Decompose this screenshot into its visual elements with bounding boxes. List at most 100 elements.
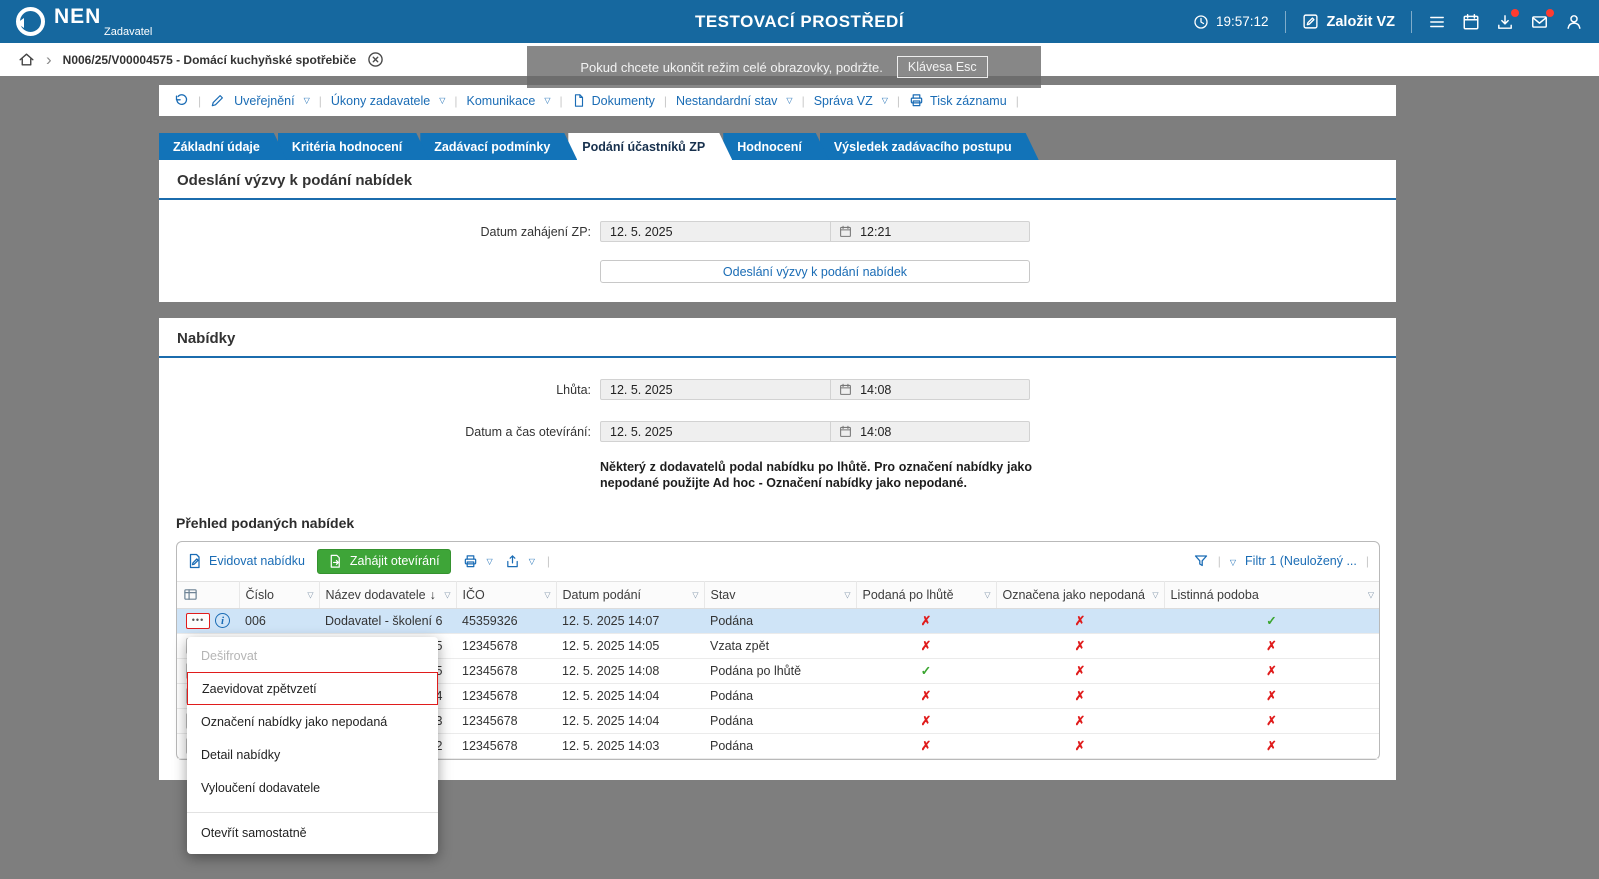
cross-icon: ✗: [920, 614, 932, 628]
user-profile-button[interactable]: [1565, 13, 1583, 31]
menu-ukony-zadavatele[interactable]: Úkony zadavatele: [331, 94, 446, 108]
column-filter-icon[interactable]: ▽: [1152, 590, 1158, 599]
late-offer-warning: Některý z dodavatelů podal nabídku po lh…: [600, 460, 1032, 491]
column-filter-icon[interactable]: ▽: [307, 590, 313, 599]
breadcrumb-record[interactable]: N006/25/V00004575 - Domácí kuchyňské spo…: [63, 53, 357, 67]
date-input-zahajeni[interactable]: 12. 5. 2025: [600, 221, 832, 242]
filter-funnel-icon[interactable]: [1193, 553, 1209, 569]
environment-title: TESTOVACÍ PROSTŘEDÍ: [694, 11, 905, 31]
document-icon: [574, 94, 583, 107]
row-context-menu: Dešifrovat Zaevidovat zpětvzetí Označení…: [187, 637, 438, 854]
section-title: Odeslání výzvy k podání nabídek: [159, 160, 1396, 200]
tab-zakladni-udaje[interactable]: Základní údaje: [159, 133, 287, 160]
grid-toolbar: Evidovat nabídku Zahájit otevírání ▽ ▽ |…: [177, 542, 1379, 581]
menu-item-zaevidovat-zpetvzeti[interactable]: Zaevidovat zpětvzetí: [187, 672, 438, 705]
calendar-icon: [840, 425, 851, 437]
menu-item-oznaceni-nepodana[interactable]: Označení nabídky jako nepodaná: [187, 705, 438, 738]
time-input-oteviranı[interactable]: 14:08: [831, 421, 1030, 442]
clock-icon: [1194, 14, 1208, 29]
column-filter-icon[interactable]: ▽: [844, 590, 850, 599]
cross-icon: ✗: [1266, 639, 1277, 653]
column-oznacena-jako-nepodana[interactable]: Označena jako nepodaná ▽: [996, 580, 1165, 609]
menu-sprava-vz[interactable]: Správa VZ: [814, 94, 888, 108]
column-stav[interactable]: Stav ▽: [704, 580, 857, 609]
column-filter-icon[interactable]: ▽: [544, 590, 550, 599]
cross-icon: ✗: [920, 714, 932, 728]
printer-icon: [910, 94, 923, 107]
menu-divider: [187, 812, 438, 813]
menu-tisk-zaznamu[interactable]: Tisk záznamu: [909, 93, 1007, 108]
downloads-button[interactable]: [1496, 8, 1519, 31]
column-cislo[interactable]: Číslo ▽: [239, 580, 320, 609]
column-ico[interactable]: IČO ▽: [456, 580, 557, 609]
grid-title: Přehled podaných nabídek: [176, 514, 355, 531]
grid-print-button[interactable]: [463, 554, 493, 569]
menu-komunikace[interactable]: Komunikace: [467, 94, 551, 108]
toolbar-separator: [1366, 554, 1369, 568]
column-filter-icon[interactable]: ▽: [1368, 590, 1374, 599]
column-filter-icon[interactable]: ▽: [692, 590, 698, 599]
menu-item-otevrit-samostatne[interactable]: Otevřít samostatně: [187, 816, 438, 849]
column-listinna-podoba[interactable]: Listinná podoba ▽: [1164, 580, 1379, 609]
menu-item-desifrovat: Dešifrovat: [201, 648, 258, 663]
menu-uverejneni[interactable]: Uveřejnění: [234, 94, 310, 108]
printer-icon: [464, 554, 476, 567]
filter-dropdown-icon[interactable]: [1230, 554, 1236, 568]
tab-zadavaci-podminky[interactable]: Zadávací podmínky: [420, 133, 577, 160]
zahajit-otevirani-button[interactable]: Zahájit otevírání: [316, 548, 451, 574]
home-icon[interactable]: [18, 51, 35, 68]
column-settings-header[interactable]: [177, 580, 240, 609]
grid-export-button[interactable]: [505, 554, 535, 569]
cross-icon: ✗: [920, 639, 932, 653]
open-offers-icon: [330, 554, 340, 568]
column-filter-icon[interactable]: ▽: [444, 590, 450, 599]
evidovat-nabidku-button[interactable]: Evidovat nabídku: [187, 553, 305, 569]
column-nazev-dodavatele[interactable]: Název dodavatele ↓ ▽: [319, 580, 457, 609]
column-filter-icon[interactable]: ▽: [984, 590, 990, 599]
table-row[interactable]: 006 Dodavatel - školení 6 45359326 12. 5…: [177, 608, 1379, 634]
active-filter-label[interactable]: Filtr 1 (Neuložený ...: [1245, 554, 1357, 568]
date-input-oteviranı[interactable]: 12. 5. 2025: [600, 421, 832, 442]
edit-button[interactable]: [210, 93, 225, 108]
row-menu-button[interactable]: [186, 612, 210, 629]
time-input-lhuta[interactable]: 14:08: [831, 379, 1030, 400]
main-menu-button[interactable]: [1428, 13, 1446, 31]
column-datum-podani[interactable]: Datum podání ▽: [556, 580, 705, 609]
hamburger-icon: [1430, 16, 1444, 27]
form-row: Datum zahájení ZP: 12. 5. 2025 12:21: [159, 221, 1396, 242]
field-label-oteviranı: Datum a čas otevírání:: [465, 424, 591, 439]
menu-dokumenty[interactable]: Dokumenty: [572, 93, 655, 108]
time-input-zahajeni[interactable]: 12:21: [831, 221, 1030, 242]
tab-podani-ucastniku-zp[interactable]: Podání účastníků ZP: [568, 133, 732, 160]
nen-logo[interactable]: NEN Zadavatel: [16, 6, 152, 38]
cross-icon: ✗: [1074, 664, 1086, 678]
column-settings-icon: [184, 589, 197, 600]
tab-vysledek-zadavaciho-postupu[interactable]: Výsledek zadávacího postupu: [820, 133, 1039, 160]
check-icon: ✓: [920, 664, 932, 678]
topbar: NEN Zadavatel TESTOVACÍ PROSTŘEDÍ 19:57:…: [0, 0, 1599, 43]
close-record-icon[interactable]: [367, 51, 384, 68]
create-vz-button[interactable]: Založit VZ: [1302, 13, 1395, 30]
calendar-icon: [1463, 13, 1479, 29]
odeslani-vyzvy-button[interactable]: Odeslání výzvy k podání nabídek: [600, 260, 1030, 283]
messages-button[interactable]: [1530, 8, 1554, 31]
menu-nestandardni-stav[interactable]: Nestandardní stav: [676, 94, 793, 108]
tab-kriteria-hodnoceni[interactable]: Kritéria hodnocení: [278, 133, 429, 160]
field-label-datum-zahajeni: Datum zahájení ZP:: [480, 224, 591, 239]
calendar-button[interactable]: [1462, 13, 1480, 31]
datetime-group: 12. 5. 2025 12:21: [600, 221, 1030, 242]
notification-dot: [1546, 8, 1554, 17]
tab-hodnoceni[interactable]: Hodnocení: [723, 133, 829, 160]
column-podana-po-lhute[interactable]: Podaná po lhůtě ▽: [856, 580, 997, 609]
menu-item-vylouceni-dodavatele[interactable]: Vyloučení dodavatele: [187, 771, 438, 804]
toolbar-separator: [547, 554, 550, 568]
calendar-icon: [840, 383, 851, 395]
undo-button[interactable]: [173, 93, 189, 109]
menu-item-detail-nabidky[interactable]: Detail nabídky: [187, 738, 438, 771]
toolbar-separator: [559, 94, 562, 108]
export-icon: [506, 554, 518, 567]
info-icon[interactable]: [215, 613, 230, 628]
record-tabs: Základní údaje Kritéria hodnocení Zadáva…: [159, 133, 1396, 160]
date-input-lhuta[interactable]: 12. 5. 2025: [600, 379, 832, 400]
